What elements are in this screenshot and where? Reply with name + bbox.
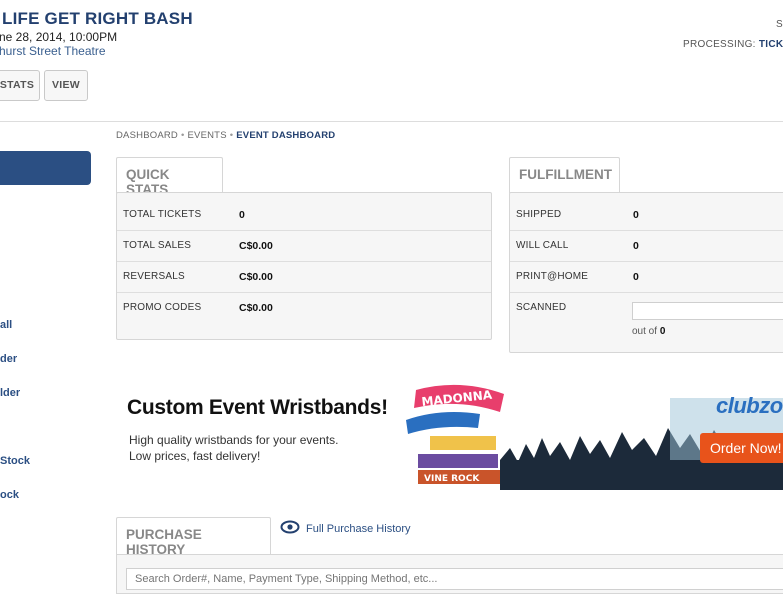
processing-value[interactable]: TICK (759, 39, 783, 50)
fulfillment-label: SHIPPED (516, 209, 562, 220)
stat-label: TOTAL TICKETS (123, 209, 202, 220)
sidebar-item-5[interactable]: ock (0, 489, 19, 501)
order-now-button[interactable]: Order Now! (700, 433, 783, 463)
header-divider (0, 121, 783, 122)
ad-subtext-2: Low prices, fast delivery! (129, 449, 261, 463)
fulfillment-label: PRINT@HOME (516, 271, 589, 282)
stat-label: REVERSALS (123, 271, 185, 282)
stat-label: TOTAL SALES (123, 240, 192, 251)
out-of-label: out of (632, 326, 658, 337)
breadcrumb-current: EVENT DASHBOARD (236, 130, 336, 141)
stat-row: REVERSALS C$0.00 (117, 261, 491, 293)
sidebar-item-2[interactable]: der (0, 353, 17, 365)
processing-status: PROCESSING: TICK (683, 39, 783, 50)
view-button[interactable]: VIEW (44, 70, 88, 101)
stat-row: TOTAL SALES C$0.00 (117, 230, 491, 262)
breadcrumb-dashboard[interactable]: DASHBOARD (116, 130, 178, 141)
ad-headline[interactable]: Custom Event Wristbands! (127, 396, 388, 420)
fulfillment-row: PRINT@HOME 0 (510, 261, 783, 293)
fulfillment-label: SCANNED (516, 302, 567, 313)
sidebar-item-3[interactable]: lder (0, 387, 20, 399)
breadcrumb-events[interactable]: EVENTS (188, 130, 227, 141)
fulfillment-row: SHIPPED 0 (510, 199, 783, 231)
fulfillment-value: 0 (633, 240, 639, 252)
breadcrumb-separator: • (229, 130, 234, 141)
event-date: ne 28, 2014, 10:00PM (0, 30, 118, 44)
sidebar-active-item[interactable] (0, 151, 91, 185)
clubzone-logo[interactable]: clubzon (716, 393, 783, 419)
fulfillment-row: WILL CALL 0 (510, 230, 783, 262)
stat-value: C$0.00 (239, 302, 273, 314)
scanned-progress-bar (632, 302, 783, 320)
sidebar-item-1[interactable]: all (0, 319, 12, 331)
scanned-out-of: out of 0 (632, 326, 665, 337)
tab-quick-stats[interactable]: QUICK STATS (116, 157, 223, 197)
event-title: LIFE GET RIGHT BASH (2, 9, 193, 28)
stat-value: 0 (239, 209, 245, 221)
event-venue[interactable]: hurst Street Theatre (0, 44, 106, 58)
fulfillment-value: 0 (633, 209, 639, 221)
sidebar-item-4[interactable]: Stock (0, 455, 30, 467)
breadcrumb: DASHBOARD • EVENTS • EVENT DASHBOARD (116, 130, 335, 141)
ad-subtext-1: High quality wristbands for your events. (129, 433, 339, 447)
processing-label: PROCESSING: (683, 39, 756, 50)
stats-button[interactable]: STATS (0, 70, 40, 101)
tab-purchase-history[interactable]: PURCHASE HISTORY (116, 517, 271, 557)
breadcrumb-separator: • (180, 130, 185, 141)
header-status-letter: S (776, 19, 783, 30)
out-of-value: 0 (659, 326, 666, 337)
band-text-2: VINE ROCK (424, 474, 480, 484)
full-purchase-history-link[interactable]: Full Purchase History (306, 523, 411, 535)
fulfillment-value: 0 (633, 271, 639, 283)
quick-stats-panel: TOTAL TICKETS 0 TOTAL SALES C$0.00 REVER… (116, 192, 492, 340)
stat-row: TOTAL TICKETS 0 (117, 199, 491, 231)
eye-icon[interactable] (280, 520, 300, 534)
stat-value: C$0.00 (239, 271, 273, 283)
fulfillment-label: WILL CALL (516, 240, 569, 251)
tab-fulfillment[interactable]: FULFILLMENT (509, 157, 620, 193)
stat-label: PROMO CODES (123, 302, 202, 313)
stat-row: PROMO CODES C$0.00 (117, 292, 491, 323)
stat-value: C$0.00 (239, 240, 273, 252)
